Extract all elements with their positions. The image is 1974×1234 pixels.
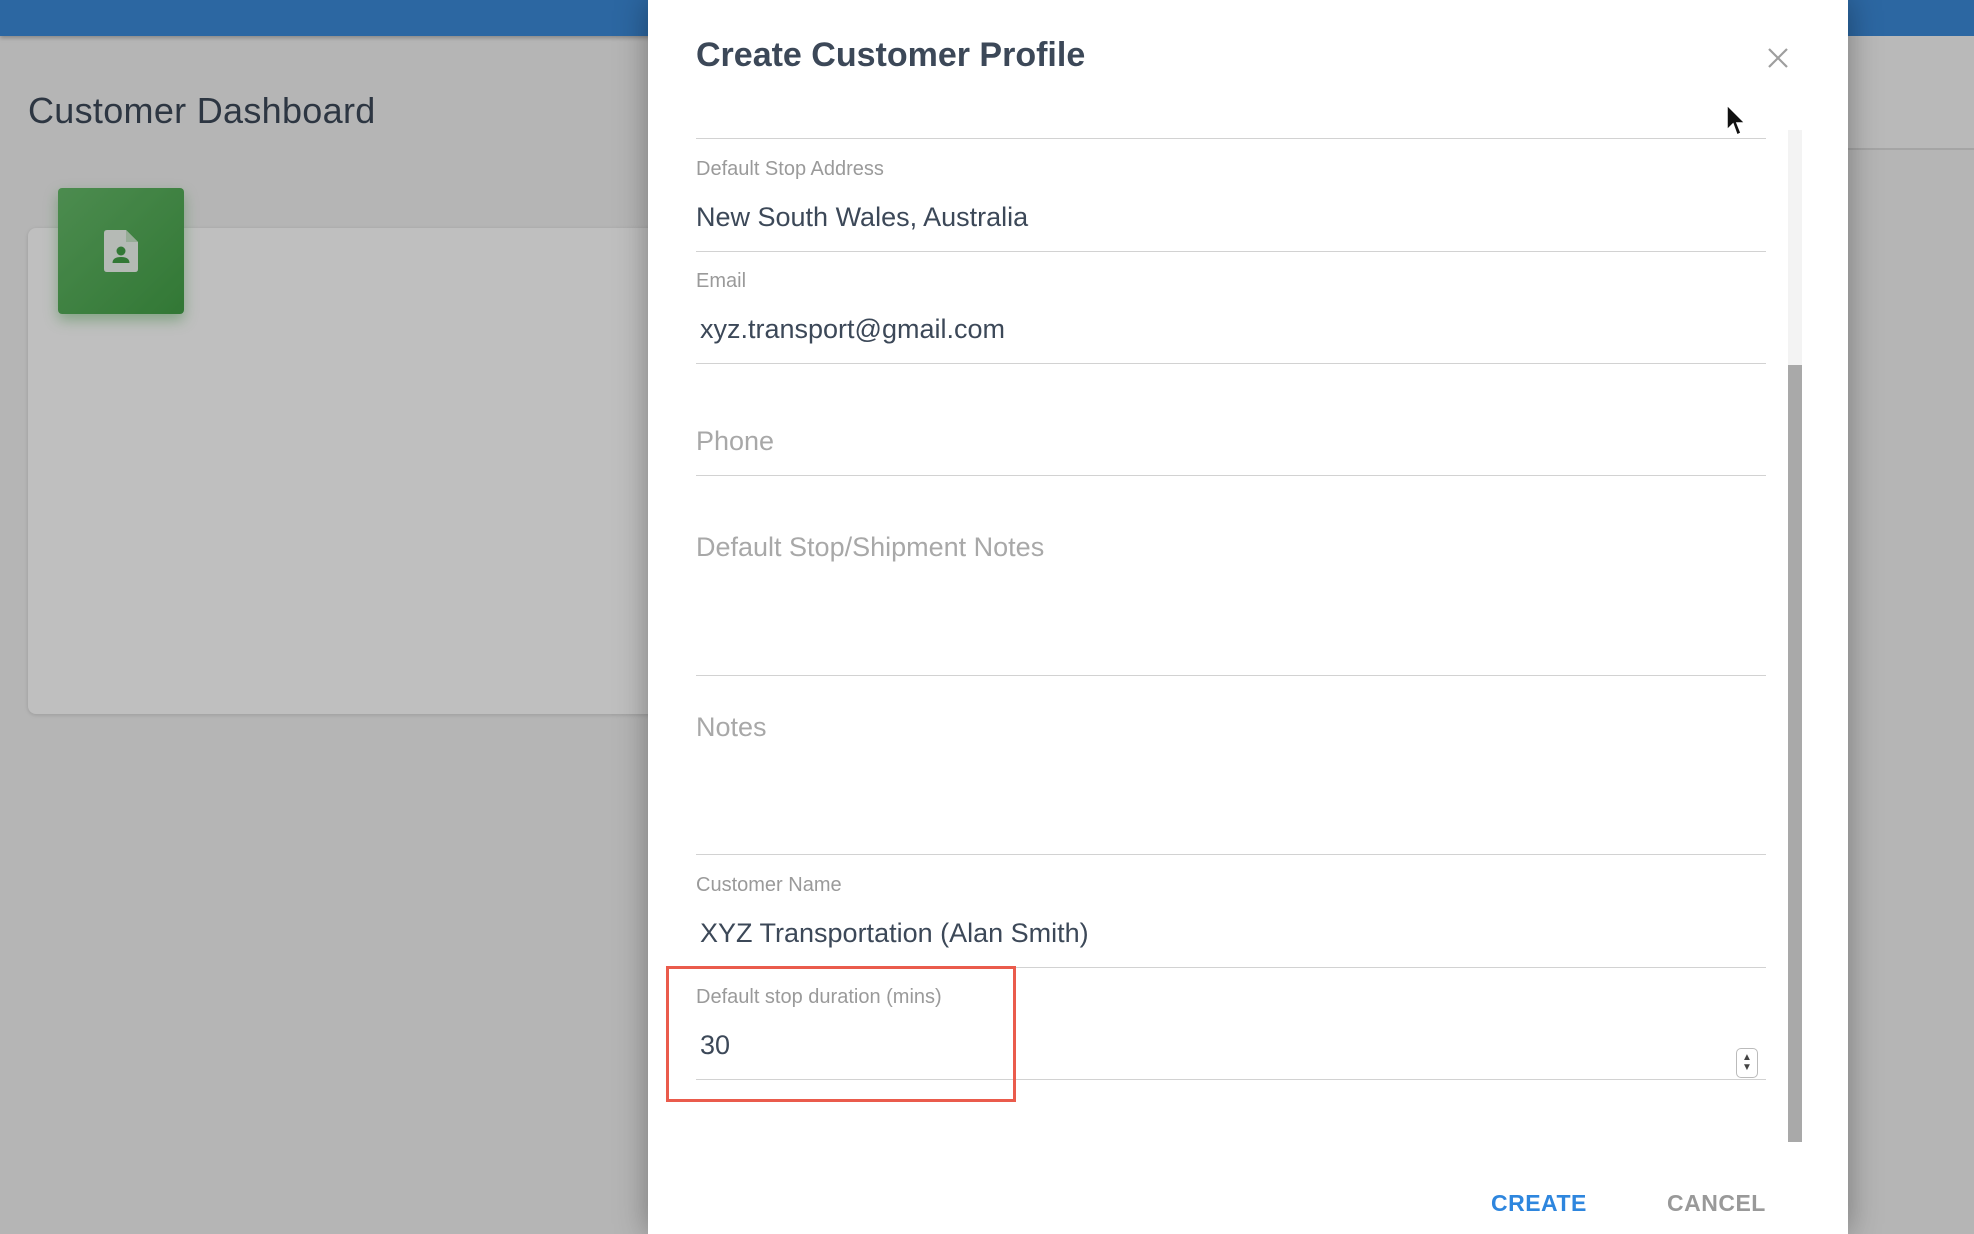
phone-placeholder: Phone — [696, 426, 775, 456]
previous-field-underline — [696, 138, 1766, 139]
customer-name-label: Customer Name — [696, 874, 842, 896]
mouse-pointer-icon — [1726, 104, 1747, 137]
chevron-down-icon[interactable]: ▼ — [1742, 1063, 1752, 1073]
default-stop-shipment-notes-placeholder: Default Stop/Shipment Notes — [696, 532, 1045, 562]
default-stop-address-label: Default Stop Address — [696, 158, 884, 180]
dialog-form: Default Stop Address New South Wales, Au… — [696, 100, 1766, 1100]
close-icon — [1768, 48, 1788, 68]
customer-name-field[interactable]: Customer Name XYZ Transportation (Alan S… — [696, 874, 1766, 968]
highlight-annotation — [666, 966, 1016, 1102]
default-stop-address-value: New South Wales, Australia — [696, 202, 1029, 232]
dialog-title: Create Customer Profile — [696, 36, 1086, 74]
scrollbar-thumb[interactable] — [1788, 365, 1802, 1142]
create-customer-profile-dialog: Create Customer Profile Default Stop Add… — [648, 0, 1848, 1234]
email-label: Email — [696, 270, 747, 292]
close-button[interactable] — [1758, 38, 1798, 78]
phone-field[interactable]: Phone — [696, 382, 1766, 476]
email-value: xyz.transport@gmail.com — [700, 314, 1005, 344]
create-button[interactable]: CREATE — [1491, 1190, 1587, 1217]
email-field[interactable]: Email xyz.transport@gmail.com — [696, 270, 1766, 364]
notes-field[interactable]: Notes — [696, 694, 1766, 855]
duration-stepper[interactable]: ▲ ▼ — [1736, 1048, 1758, 1078]
cancel-button[interactable]: CANCEL — [1667, 1190, 1766, 1217]
notes-placeholder: Notes — [696, 712, 767, 742]
default-stop-address-field[interactable]: Default Stop Address New South Wales, Au… — [696, 158, 1766, 252]
default-stop-shipment-notes-field[interactable]: Default Stop/Shipment Notes — [696, 494, 1766, 676]
customer-name-value: XYZ Transportation (Alan Smith) — [700, 918, 1089, 948]
